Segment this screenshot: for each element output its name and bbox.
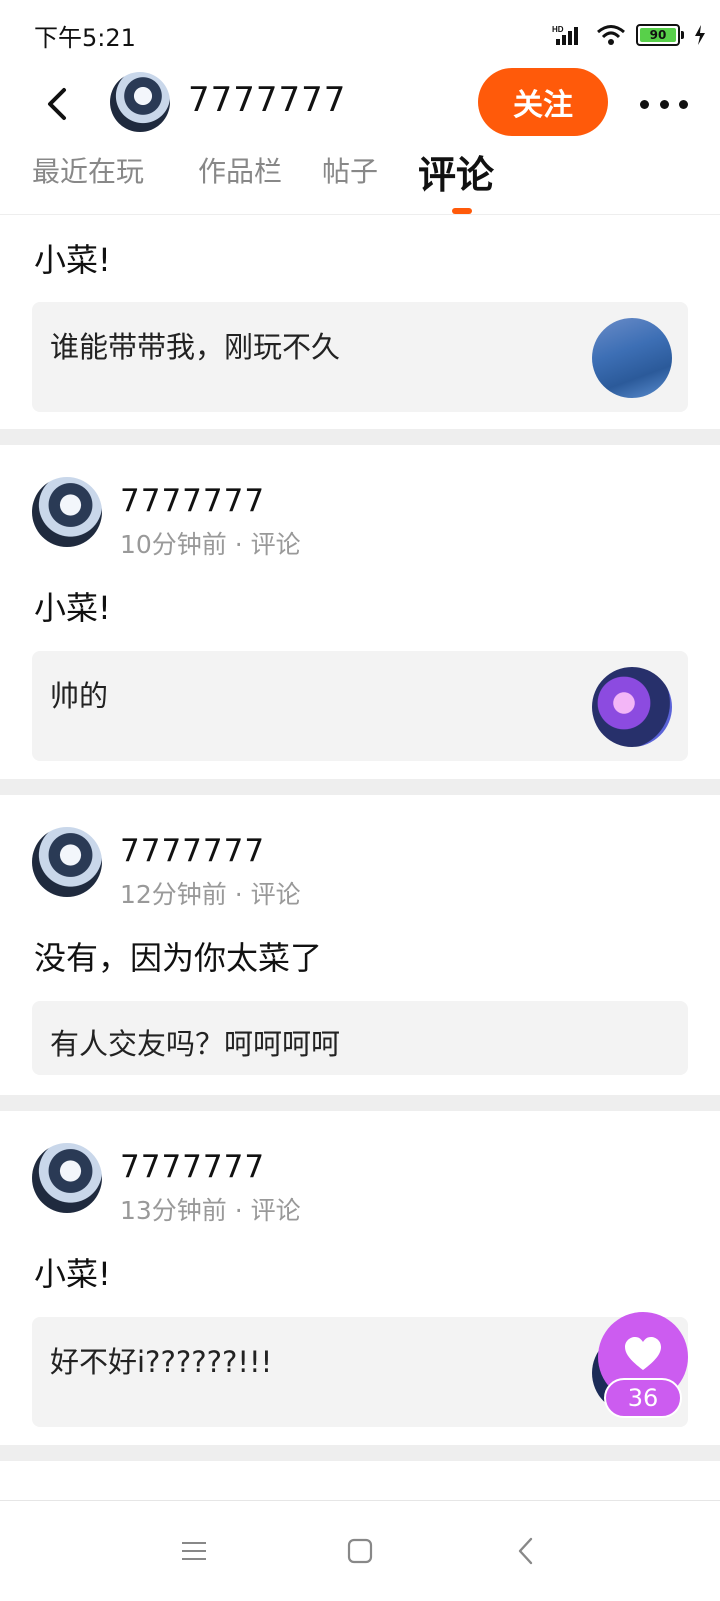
quoted-post-text: 好不好i??????!!!: [50, 1345, 273, 1379]
card-divider: [0, 429, 720, 445]
comment-type: 评论: [250, 1196, 301, 1225]
tab-posts[interactable]: 帖子: [322, 150, 378, 190]
header-avatar[interactable]: [110, 72, 170, 132]
quoted-post-text: 有人交友吗？呵呵呵呵: [50, 1027, 341, 1061]
network-label: HD: [552, 25, 564, 34]
card-divider: [0, 1445, 720, 1461]
quoted-post-text: 谁能带带我，刚玩不久: [50, 330, 341, 364]
comment-feed: 小菜! 谁能带带我，刚玩不久 7777777 10分钟前 · 评论 小菜! 帅的…: [0, 215, 720, 1461]
tab-recent-play[interactable]: 最近在玩: [32, 150, 144, 190]
comment-meta: 10分钟前 · 评论: [120, 530, 301, 559]
quoted-post-text: 帅的: [50, 679, 109, 713]
quoted-post-thumbnail: [592, 318, 672, 398]
nav-back-icon: [518, 1537, 533, 1565]
wifi-icon: [597, 25, 625, 45]
comment-text: 小菜!: [34, 589, 111, 627]
comment-type: 评论: [250, 530, 301, 559]
status-bar: 下午5:21 HD 90: [0, 0, 720, 70]
battery-icon: 90: [636, 24, 684, 46]
status-time: 下午5:21: [34, 24, 136, 52]
quoted-post[interactable]: 好不好i??????!!!: [32, 1317, 688, 1427]
user-avatar[interactable]: [32, 1143, 102, 1213]
user-name[interactable]: 7777777: [120, 833, 265, 869]
quoted-post[interactable]: 帅的: [32, 651, 688, 761]
comment-text: 小菜!: [34, 241, 111, 279]
profile-tabs: 最近在玩 作品栏 帖子 评论: [0, 140, 720, 215]
home-icon: [347, 1538, 373, 1564]
menu-button[interactable]: [174, 1531, 214, 1571]
more-button[interactable]: [640, 94, 688, 114]
comment-time: 13分钟前: [120, 1196, 227, 1225]
user-name[interactable]: 7777777: [120, 1149, 265, 1185]
comment-card[interactable]: 7777777 10分钟前 · 评论 小菜! 帅的: [0, 445, 720, 779]
user-avatar[interactable]: [32, 477, 102, 547]
card-divider: [0, 1095, 720, 1111]
quoted-post-thumbnail: [592, 667, 672, 747]
like-count-badge[interactable]: 36: [604, 1378, 682, 1418]
back-icon: [48, 88, 66, 120]
system-nav-bar: [0, 1500, 720, 1601]
comment-text: 小菜!: [34, 1255, 111, 1293]
signal-icon: HD: [552, 25, 578, 45]
profile-header: 7777777 关注: [0, 68, 720, 136]
charging-icon: [695, 25, 705, 45]
card-divider: [0, 779, 720, 795]
comment-card[interactable]: 小菜! 谁能带带我，刚玩不久: [0, 215, 720, 429]
quoted-post[interactable]: 有人交友吗？呵呵呵呵: [32, 1001, 688, 1075]
tab-works[interactable]: 作品栏: [198, 150, 282, 190]
comment-type: 评论: [250, 880, 301, 909]
back-button[interactable]: [38, 84, 78, 124]
follow-button[interactable]: 关注: [478, 68, 608, 136]
user-avatar[interactable]: [32, 827, 102, 897]
battery-text: 90: [649, 28, 667, 42]
tab-comments[interactable]: 评论: [418, 144, 494, 199]
more-icon: [640, 99, 649, 109]
user-name[interactable]: 7777777: [120, 483, 265, 519]
comment-meta: 13分钟前 · 评论: [120, 1196, 301, 1225]
heart-icon: [625, 1337, 661, 1370]
quoted-post[interactable]: 谁能带带我，刚玩不久: [32, 302, 688, 412]
status-icons: HD 90: [552, 20, 706, 50]
nav-back-button[interactable]: [506, 1531, 546, 1571]
tab-active-indicator: [452, 208, 472, 214]
comment-card[interactable]: 7777777 12分钟前 · 评论 没有，因为你太菜了 有人交友吗？呵呵呵呵: [0, 795, 720, 1095]
comment-meta: 12分钟前 · 评论: [120, 880, 301, 909]
menu-icon: [182, 1542, 206, 1560]
header-username: 7777777: [188, 80, 347, 120]
comment-text: 没有，因为你太菜了: [34, 939, 323, 977]
comment-time: 12分钟前: [120, 880, 227, 909]
comment-time: 10分钟前: [120, 530, 227, 559]
home-button[interactable]: [340, 1531, 380, 1571]
